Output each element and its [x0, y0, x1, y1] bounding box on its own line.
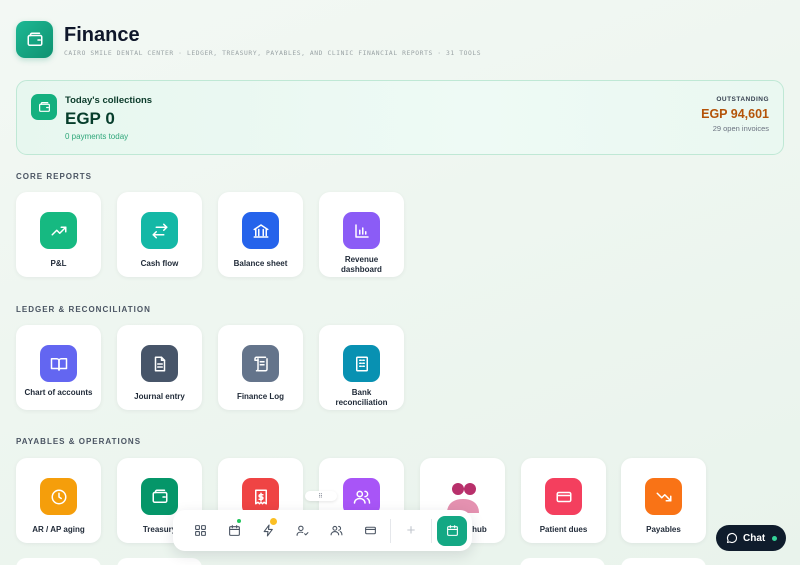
building-icon [343, 345, 380, 382]
wallet-icon [16, 21, 53, 58]
scroll-icon [242, 345, 279, 382]
trend-down-icon [645, 478, 682, 515]
tile-next-row[interactable] [16, 558, 101, 565]
page-subtitle: CAIRO SMILE DENTAL CENTER · LEDGER, TREA… [64, 49, 482, 57]
grid-icon[interactable] [183, 514, 217, 548]
bolt-icon[interactable] [251, 514, 285, 548]
tile-journal-entry[interactable]: Journal entry [117, 325, 202, 410]
tile-label: Patient dues [539, 525, 588, 534]
tile-ar-ap-aging[interactable]: AR / AP aging [16, 458, 101, 543]
page-title: Finance [64, 23, 140, 46]
open-invoices-count: 29 open invoices [712, 124, 769, 133]
tile-finance-log[interactable]: Finance Log [218, 325, 303, 410]
wallet-icon [141, 478, 178, 515]
tile-label: Payables [646, 525, 681, 534]
tile-balance-sheet[interactable]: Balance sheet [218, 192, 303, 277]
bottom-dock: + [173, 510, 472, 551]
chat-bubble-icon [726, 532, 738, 544]
section-ledger: LEDGER & RECONCILIATION [16, 305, 151, 314]
tile-chart-of-accounts[interactable]: Chart of accounts [16, 325, 101, 410]
wallet-icon [31, 94, 57, 120]
notification-dot [270, 517, 277, 525]
card-icon[interactable] [353, 514, 387, 548]
page-header: Finance CAIRO SMILE DENTAL CENTER · LEDG… [16, 21, 481, 58]
tile-next-row[interactable] [520, 558, 605, 565]
tile-label: Balance sheet [233, 259, 288, 268]
user-check-icon[interactable] [285, 514, 319, 548]
calendar-icon[interactable] [437, 515, 467, 546]
tile-patient-dues[interactable]: Patient dues [521, 458, 606, 543]
tile-revenue-dashboard[interactable]: Revenue dashboard [319, 192, 404, 277]
tile-bank-reconciliation[interactable]: Bank reconciliation [319, 325, 404, 410]
outstanding-label: OUTSTANDING [716, 96, 769, 103]
section-payables: PAYABLES & OPERATIONS [16, 437, 142, 446]
dock-divider [431, 518, 432, 543]
tile-next-row[interactable] [117, 558, 202, 565]
users-icon[interactable] [319, 514, 353, 548]
plus-icon[interactable]: + [394, 514, 428, 548]
tile-label: Chart of accounts [24, 388, 93, 397]
tile-pl[interactable]: P&L [16, 192, 101, 277]
chat-button[interactable]: Chat [716, 525, 786, 551]
tile-label: AR / AP aging [32, 525, 85, 534]
section-core-reports: CORE REPORTS [16, 172, 93, 181]
outstanding-amount: EGP 94,601 [701, 107, 769, 121]
tile-label: Revenue dashboard [341, 255, 382, 274]
tile-label: Bank reconciliation [335, 388, 388, 407]
chat-label: Chat [743, 532, 766, 544]
swap-arrows-icon [141, 212, 178, 249]
card-icon [545, 478, 582, 515]
tile-label: Journal entry [134, 392, 185, 401]
collections-label: Today's collections [65, 95, 153, 106]
calendar-icon[interactable] [217, 514, 251, 548]
trend-up-icon [40, 212, 77, 249]
bank-icon [242, 212, 279, 249]
collections-amount: EGP 0 [65, 109, 115, 128]
tile-cash-flow[interactable]: Cash flow [117, 192, 202, 277]
dock-drag-handle[interactable]: ⠿ [305, 491, 337, 501]
tile-label: Cash flow [140, 259, 179, 268]
clock-icon [40, 478, 77, 515]
tile-payables[interactable]: Payables [621, 458, 706, 543]
dock-divider [390, 518, 391, 543]
collections-card[interactable]: Today's collections EGP 0 0 payments tod… [16, 80, 784, 155]
book-icon [40, 345, 77, 382]
tile-label: Finance Log [236, 392, 285, 401]
document-icon [141, 345, 178, 382]
online-status-dot [772, 535, 778, 541]
bar-chart-icon [343, 212, 380, 249]
tile-next-row[interactable] [621, 558, 706, 565]
tile-label: P&L [50, 259, 67, 268]
notification-dot [237, 518, 241, 523]
collections-count: 0 payments today [65, 132, 129, 141]
